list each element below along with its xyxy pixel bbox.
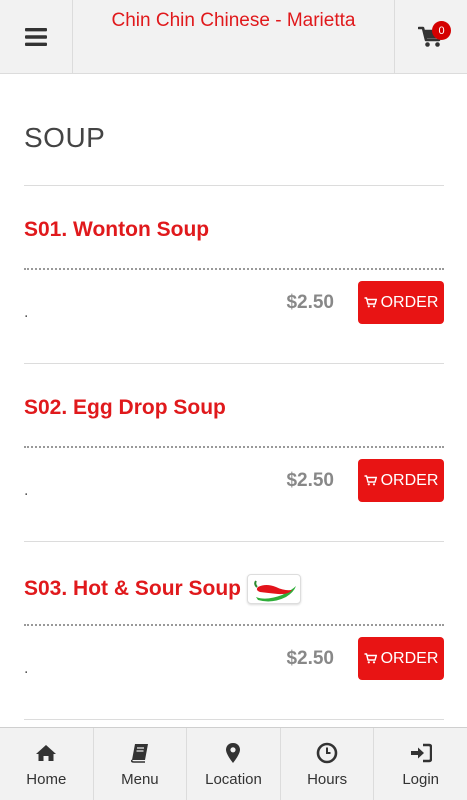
- item-description: .: [24, 304, 29, 321]
- order-button-label: ORDER: [380, 649, 439, 667]
- order-button[interactable]: ORDER: [358, 281, 444, 324]
- dotted-divider: [24, 268, 444, 270]
- header: Chin Chin Chinese - Marietta 0: [0, 0, 467, 74]
- sign-in-icon: [410, 741, 432, 765]
- menu-item: S01. Wonton Soup . $2.50 ORDER: [24, 186, 444, 364]
- item-name: S01. Wonton Soup: [24, 218, 210, 241]
- hamburger-icon: [25, 28, 47, 46]
- app: Chin Chin Chinese - Marietta 0 SOUP S01.…: [0, 0, 467, 800]
- menu-item: S03. Hot & Sour Soup . $2.50 ORDER: [24, 542, 444, 720]
- cart-icon: [364, 297, 377, 308]
- cart-icon: [364, 475, 377, 486]
- nav-label: Home: [26, 770, 67, 788]
- cart-button[interactable]: [394, 0, 467, 74]
- spicy-pepper-icon: [247, 574, 302, 604]
- nav-label: Menu: [121, 770, 159, 788]
- nav-label: Location: [205, 770, 262, 788]
- nav-hours[interactable]: Hours: [281, 728, 375, 800]
- nav-label: Login: [402, 770, 440, 788]
- clock-icon: [316, 741, 338, 765]
- book-icon: [130, 741, 150, 765]
- item-name: S03. Hot & Sour Soup: [24, 577, 242, 600]
- menu-content: SOUP S01. Wonton Soup . $2.50 ORDER S02.…: [24, 74, 444, 720]
- nav-location[interactable]: Location: [187, 728, 281, 800]
- nav-login[interactable]: Login: [374, 728, 467, 800]
- item-name: S02. Egg Drop Soup: [24, 396, 226, 419]
- bottom-nav: Home Menu Location Hours Login: [0, 727, 467, 800]
- nav-label: Hours: [307, 770, 348, 788]
- item-price: $2.50: [286, 648, 334, 669]
- order-button[interactable]: ORDER: [358, 637, 444, 680]
- order-button-label: ORDER: [380, 293, 439, 311]
- cart-count-badge: 0: [432, 21, 451, 40]
- item-description: .: [24, 482, 29, 499]
- map-pin-icon: [225, 741, 241, 765]
- section-title: SOUP: [24, 122, 106, 153]
- item-price: $2.50: [286, 292, 334, 313]
- nav-home[interactable]: Home: [0, 728, 94, 800]
- order-button-label: ORDER: [380, 471, 439, 489]
- cart-icon: [364, 653, 377, 664]
- dotted-divider: [24, 624, 444, 626]
- order-button[interactable]: ORDER: [358, 459, 444, 502]
- nav-menu[interactable]: Menu: [94, 728, 188, 800]
- item-description: .: [24, 660, 29, 677]
- dotted-divider: [24, 446, 444, 448]
- menu-button[interactable]: [0, 0, 73, 74]
- home-icon: [35, 741, 57, 765]
- item-price: $2.50: [286, 470, 334, 491]
- app-title: Chin Chin Chinese - Marietta: [111, 10, 356, 31]
- menu-item: S02. Egg Drop Soup . $2.50 ORDER: [24, 364, 444, 542]
